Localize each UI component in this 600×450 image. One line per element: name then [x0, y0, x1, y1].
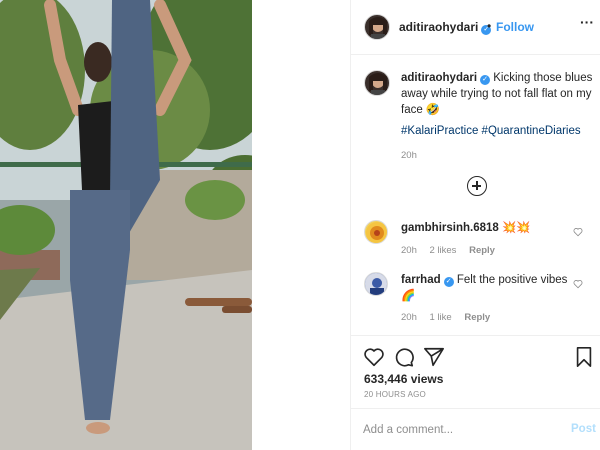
caption-username[interactable]: aditiraohydari	[401, 72, 477, 84]
comment-text: 💥💥	[502, 222, 531, 234]
like-comment-heart-icon[interactable]	[573, 279, 583, 289]
verified-badge-icon: ✓	[443, 277, 454, 287]
follow-button[interactable]: Follow	[496, 20, 534, 34]
comment-likes[interactable]: 1 like	[430, 312, 452, 323]
comment-bubble-icon[interactable]	[393, 346, 415, 368]
load-more-comments-icon[interactable]	[467, 176, 487, 196]
comment-username[interactable]: gambhirsinh.6818	[401, 222, 499, 234]
reply-button[interactable]: Reply	[469, 245, 495, 256]
share-paper-plane-icon[interactable]	[423, 346, 445, 368]
video-frame-illustration	[0, 0, 252, 450]
commenter-avatar[interactable]	[364, 272, 388, 296]
more-options-icon[interactable]: ···	[580, 14, 594, 30]
header-separator: •	[487, 19, 492, 33]
post-video[interactable]	[0, 0, 252, 450]
author-username-text[interactable]: aditiraohydari	[399, 20, 478, 34]
comment-item: farrhad ✓ Felt the positive vibes 🌈	[401, 272, 581, 304]
comment-time: 20h	[401, 312, 417, 323]
reply-button[interactable]: Reply	[464, 312, 490, 323]
verified-badge-icon: ✓	[480, 75, 491, 85]
author-username[interactable]: aditiraohydari ✓	[399, 20, 492, 35]
comment-username[interactable]: farrhad	[401, 274, 441, 286]
caption-hashtags: #KalariPractice #QuarantineDiaries	[401, 125, 581, 137]
post-caption: aditiraohydari ✓ Kicking those blues away…	[401, 70, 593, 118]
view-count[interactable]: 633,446 views	[364, 372, 443, 386]
commenter-avatar[interactable]	[364, 220, 388, 244]
post-timestamp: 20 HOURS AGO	[364, 390, 426, 399]
comment-meta: 20h 1 like Reply	[401, 312, 500, 323]
post-comment-button[interactable]: Post	[571, 423, 596, 435]
comment-item: gambhirsinh.6818 💥💥	[401, 220, 581, 236]
hashtag-link[interactable]: #QuarantineDiaries	[482, 125, 581, 137]
post-details-panel: aditiraohydari ✓ • Follow ··· aditiraohyd…	[350, 0, 600, 450]
hashtag-link[interactable]: #KalariPractice	[401, 125, 478, 137]
post-header: aditiraohydari ✓ • Follow ···	[351, 0, 600, 55]
like-comment-heart-icon[interactable]	[573, 227, 583, 237]
author-avatar[interactable]	[364, 14, 390, 40]
comment-meta: 20h 2 likes Reply	[401, 245, 505, 256]
media-background	[252, 0, 350, 450]
caption-timestamp: 20h	[401, 150, 417, 161]
comment-time: 20h	[401, 245, 417, 256]
save-bookmark-icon[interactable]	[573, 346, 595, 368]
like-heart-icon[interactable]	[363, 346, 385, 368]
caption-author-avatar[interactable]	[364, 70, 390, 96]
add-comment-bar: Post	[351, 408, 600, 450]
comment-input[interactable]	[363, 421, 543, 439]
comment-likes[interactable]: 2 likes	[430, 245, 457, 256]
